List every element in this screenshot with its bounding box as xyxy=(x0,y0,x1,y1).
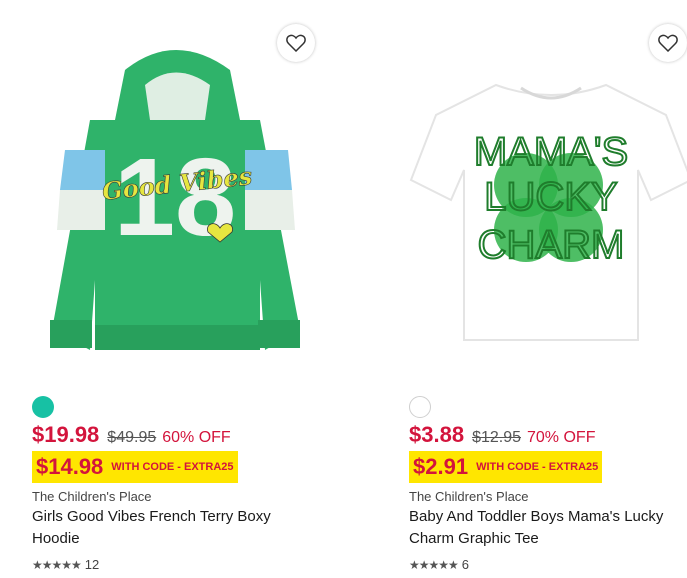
sale-price: $19.98 xyxy=(32,422,100,447)
product-card[interactable]: 18 Good Vibes $19.98 $49.95 60% OFF $14.… xyxy=(0,0,315,578)
favorite-button[interactable] xyxy=(277,24,315,62)
promo-price: $14.98 xyxy=(36,454,104,479)
original-price: $12.95 xyxy=(472,429,521,446)
graphic-line-1: MAMA'S xyxy=(474,130,628,174)
product-name-link[interactable]: Baby And Toddler Boys Mama's Lucky Charm… xyxy=(409,506,687,550)
promo-price: $2.91 xyxy=(413,454,469,479)
product-image[interactable]: MAMA'S LUCKY CHARM xyxy=(406,30,687,370)
brand-name: The Children's Place xyxy=(409,489,529,504)
original-price: $49.95 xyxy=(107,429,157,446)
promo-code: WITH CODE - EXTRA25 xyxy=(111,461,234,473)
brand-name: The Children's Place xyxy=(32,489,152,504)
product-name-link[interactable]: Girls Good Vibes French Terry Boxy Hoodi… xyxy=(32,506,322,550)
promo-code: WITH CODE - EXTRA25 xyxy=(476,461,599,473)
review-count: 6 xyxy=(461,557,470,572)
graphic-line-3: CHARM xyxy=(478,223,625,267)
price-row: $19.98 $49.95 60% OFF xyxy=(32,422,231,448)
color-swatch[interactable] xyxy=(409,396,431,418)
graphic-line-2: LUCKY xyxy=(484,175,617,219)
discount-label: 70% OFF xyxy=(527,429,596,446)
heart-icon xyxy=(286,34,306,52)
star-rating-icon: ★★★★★ xyxy=(32,557,82,572)
rating[interactable]: ★★★★★ 12 xyxy=(32,557,99,572)
promo-badge: $2.91 WITH CODE - EXTRA25 xyxy=(409,451,603,483)
product-image[interactable]: 18 Good Vibes xyxy=(30,30,320,370)
price-row: $3.88 $12.95 70% OFF xyxy=(409,422,595,448)
sale-price: $3.88 xyxy=(409,422,465,447)
promo-badge: $14.98 WITH CODE - EXTRA25 xyxy=(32,451,238,483)
rating[interactable]: ★★★★★ 6 xyxy=(409,557,469,572)
discount-label: 60% OFF xyxy=(162,429,231,446)
color-swatch[interactable] xyxy=(32,396,54,418)
heart-icon xyxy=(658,34,678,52)
product-card[interactable]: MAMA'S LUCKY CHARM $3.88 $12.95 70% OFF … xyxy=(376,0,687,578)
review-count: 12 xyxy=(84,557,100,572)
favorite-button[interactable] xyxy=(649,24,687,62)
star-rating-icon: ★★★★★ xyxy=(409,557,459,572)
